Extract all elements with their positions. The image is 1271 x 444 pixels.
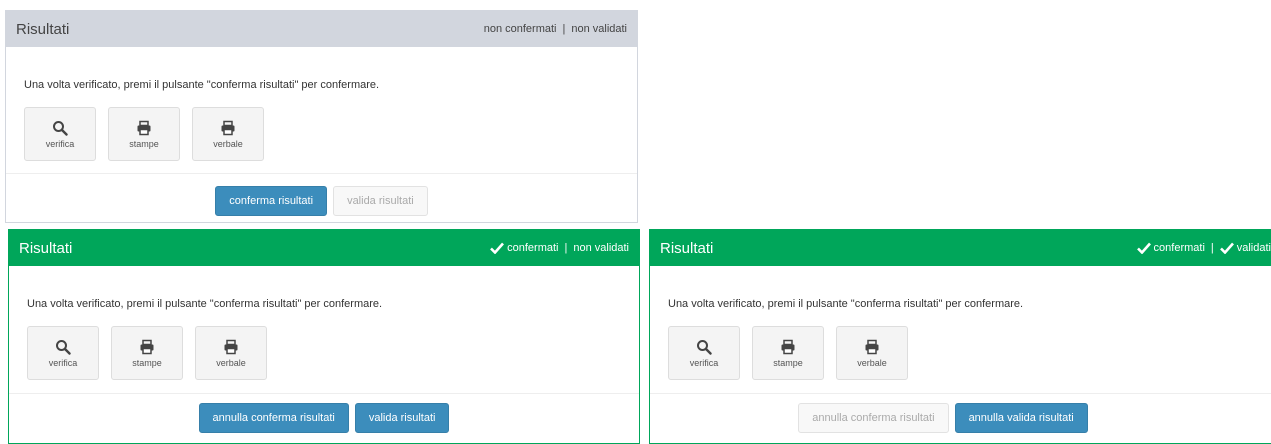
print-label: stampe [129,138,159,149]
verify-button[interactable]: verifica [27,326,99,380]
instruction-text: Una volta verificato, premi il pulsante … [27,298,383,310]
confirm-results-button[interactable]: conferma risultati [215,186,328,216]
instruction-text: Una volta verificato, premi il pulsante … [24,79,380,91]
footer-divider [9,393,639,394]
print-button[interactable]: stampe [111,326,183,380]
verify-button[interactable]: verifica [668,326,740,380]
status-indicator: confermati | validati [1136,242,1271,254]
printer-icon [137,120,151,135]
printer-icon [781,339,795,354]
tool-buttons: verifica stampe verbale [24,107,619,161]
results-panel-confirmed: Risultati confermati | non validati Una … [8,229,640,444]
panel-title: Risultati [19,239,73,257]
panel-header: Risultati confermati | non validati [9,230,639,266]
status-separator: | [562,23,566,35]
print-button[interactable]: stampe [108,107,180,161]
undo-confirm-results-button[interactable]: annulla conferma risultati [798,403,949,433]
report-label: verbale [857,357,887,368]
report-button[interactable]: verbale [836,326,908,380]
undo-validate-results-button[interactable]: annulla valida risultati [954,403,1088,433]
report-button[interactable]: verbale [192,107,264,161]
panel-footer: annulla conferma risultati valida risult… [9,403,639,433]
search-icon [697,339,712,355]
tool-buttons: verifica stampe verbale [27,326,621,380]
search-icon [53,120,68,136]
printer-icon [224,339,238,354]
confirm-status: confermati [507,242,559,254]
verify-button[interactable]: verifica [24,107,96,161]
confirm-status: non confermati [483,23,557,35]
status-indicator: non confermati | non validati [484,23,627,35]
status-separator: | [1210,242,1214,254]
footer-divider [6,173,637,174]
printer-icon [865,339,879,354]
panel-title: Risultati [16,20,70,38]
report-label: verbale [213,138,243,149]
results-panel-unconfirmed: Risultati non confermati | non validati … [5,10,638,223]
tool-buttons: verifica stampe verbale [668,326,1253,380]
search-icon [56,339,71,355]
panel-header: Risultati non confermati | non validati [6,11,637,47]
results-panel-validated: Risultati confermati | validati Una volt… [649,229,1271,444]
instruction-text: Una volta verificato, premi il pulsante … [668,298,1024,310]
verify-label: verifica [48,357,78,368]
undo-confirm-results-button[interactable]: annulla conferma risultati [198,403,349,433]
confirm-status: confermati [1153,242,1205,254]
print-button[interactable]: stampe [752,326,824,380]
print-label: stampe [132,357,162,368]
check-icon [490,242,505,254]
status-separator: | [564,242,568,254]
panel-footer: conferma risultati valida risultati [6,186,637,216]
printer-icon [140,339,154,354]
validation-status: validati [1236,242,1271,254]
check-icon [1136,242,1151,254]
panel-footer: annulla conferma risultati annulla valid… [650,403,1236,433]
report-button[interactable]: verbale [195,326,267,380]
validate-results-button[interactable]: valida risultati [333,186,428,216]
printer-icon [221,120,235,135]
print-label: stampe [773,357,803,368]
verify-label: verifica [689,357,719,368]
status-indicator: confermati | non validati [490,242,629,254]
validate-results-button[interactable]: valida risultati [354,403,450,433]
report-label: verbale [216,357,246,368]
verify-label: verifica [45,138,75,149]
panel-header: Risultati confermati | validati [650,230,1271,266]
validation-status: non validati [573,242,629,254]
footer-divider [650,393,1271,394]
check-icon [1219,242,1234,254]
validation-status: non validati [571,23,627,35]
panel-title: Risultati [660,239,714,257]
